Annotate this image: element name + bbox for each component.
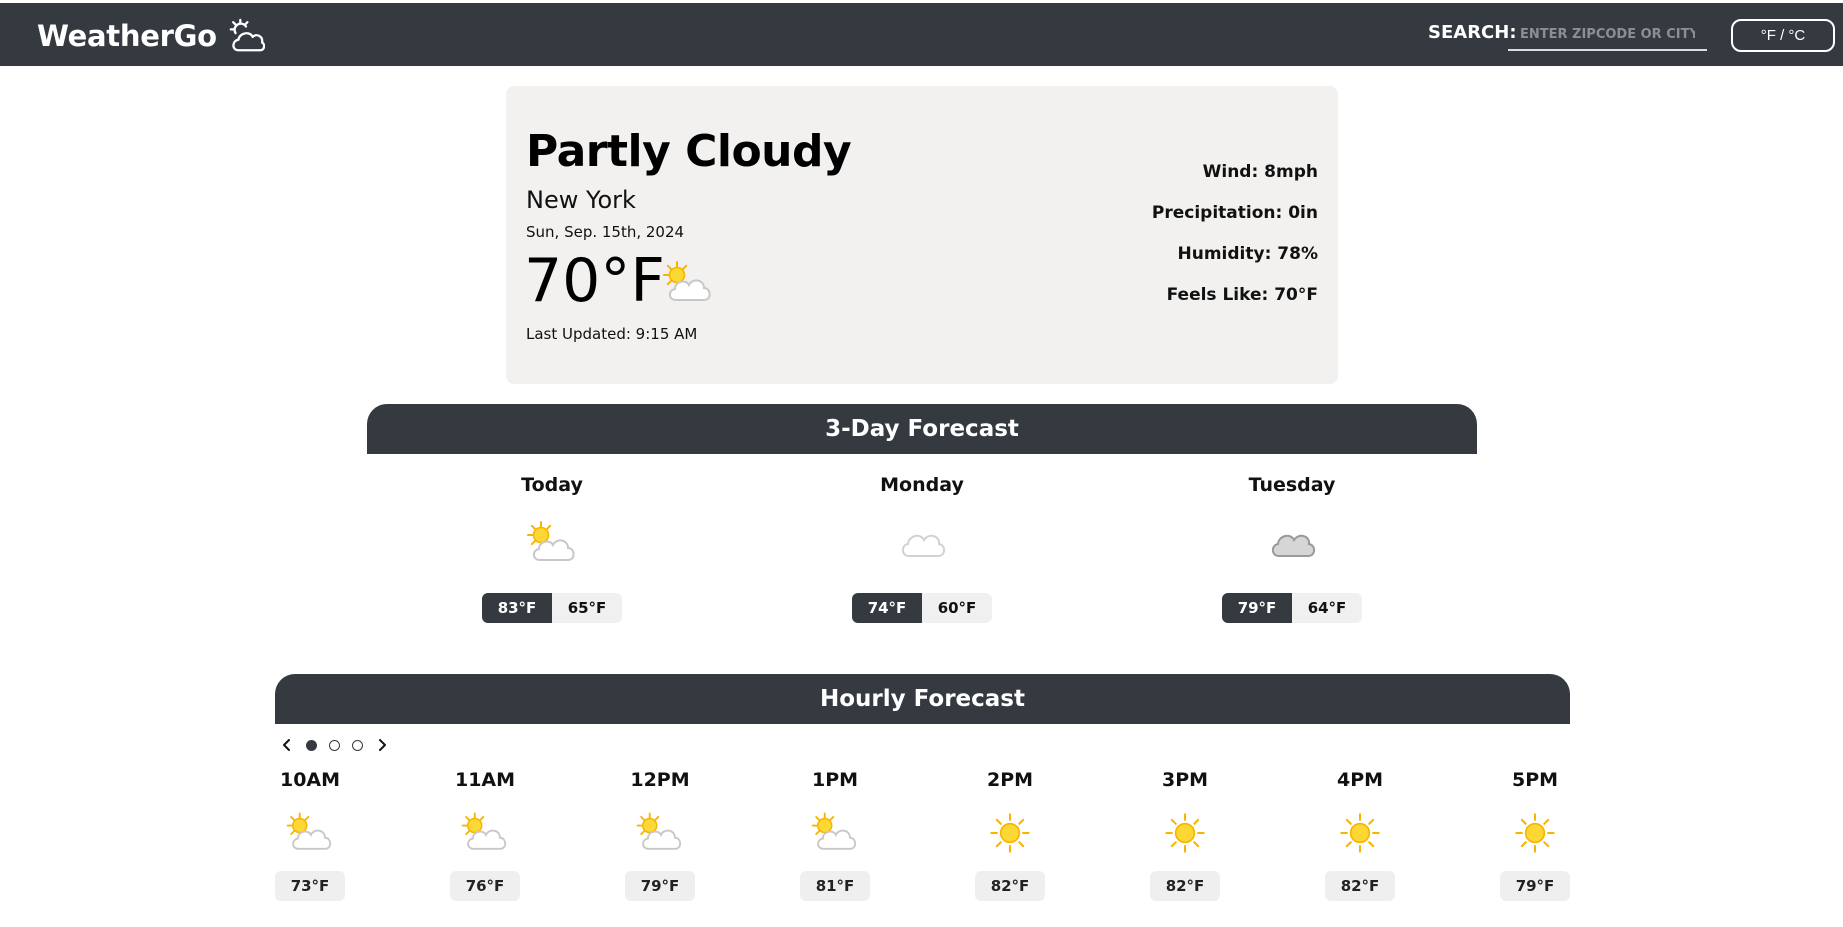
hour-time: 2PM (986, 769, 1034, 791)
hour-temp: 82°F (1325, 871, 1395, 901)
hourly-item: 4PM 82°F (1310, 769, 1410, 901)
current-date: Sun, Sep. 15th, 2024 (526, 223, 685, 241)
sunny-icon (1157, 809, 1213, 857)
wind-detail: Wind: 8mph (1202, 162, 1318, 182)
day-name: Tuesday (1248, 474, 1336, 496)
partly-cloudy-icon (632, 809, 688, 857)
hour-time: 10AM (279, 769, 341, 791)
brand-logo[interactable]: WeatherGo (37, 17, 265, 55)
three-day-forecast-header: 3-Day Forecast (367, 404, 1477, 454)
forecast-day: Tuesday 79°F 64°F (1172, 474, 1412, 623)
sunny-icon (1332, 809, 1388, 857)
hour-temp: 79°F (1500, 871, 1570, 901)
hour-temp: 82°F (975, 871, 1045, 901)
hourly-item: 5PM 79°F (1485, 769, 1585, 901)
light-cloud-icon (892, 518, 952, 568)
low-temp: 64°F (1292, 593, 1362, 623)
hourly-item: 2PM 82°F (960, 769, 1060, 901)
hour-temp: 81°F (800, 871, 870, 901)
hour-temp: 82°F (1150, 871, 1220, 901)
carousel-dot[interactable] (352, 739, 363, 751)
hourly-forecast-header: Hourly Forecast (275, 674, 1570, 724)
last-updated: Last Updated: 9:15 AM (526, 325, 698, 343)
sunny-icon (1507, 809, 1563, 857)
high-temp: 83°F (482, 593, 552, 623)
search-input[interactable] (1508, 19, 1707, 51)
hourly-item: 10AM 73°F (260, 769, 360, 901)
partly-cloudy-icon (457, 809, 513, 857)
hourly-item: 1PM 81°F (785, 769, 885, 901)
hour-time: 12PM (630, 769, 690, 791)
high-low-temps: 83°F 65°F (432, 593, 672, 623)
hour-temp: 76°F (450, 871, 520, 901)
hour-time: 4PM (1336, 769, 1384, 791)
chevron-left-icon[interactable] (280, 738, 294, 752)
partly-cloudy-icon (282, 809, 338, 857)
navbar: WeatherGo SEARCH: °F / °C (0, 3, 1843, 66)
low-temp: 60°F (922, 593, 992, 623)
current-city: New York (526, 186, 636, 214)
forecast-day: Monday 74°F 60°F (802, 474, 1042, 623)
hour-time: 3PM (1161, 769, 1209, 791)
sun-cloud-outline-icon (229, 18, 265, 52)
high-low-temps: 79°F 64°F (1172, 593, 1412, 623)
feels-like-detail: Feels Like: 70°F (1166, 285, 1318, 305)
current-condition: Partly Cloudy (526, 126, 852, 177)
hourly-item: 12PM 79°F (610, 769, 710, 901)
high-low-temps: 74°F 60°F (802, 593, 1042, 623)
precipitation-detail: Precipitation: 0in (1151, 203, 1318, 223)
low-temp: 65°F (552, 593, 622, 623)
hour-temp: 79°F (625, 871, 695, 901)
search-label: SEARCH: (1428, 22, 1517, 43)
unit-toggle-button[interactable]: °F / °C (1731, 19, 1835, 52)
current-temperature: 70°F (524, 246, 665, 316)
humidity-detail: Humidity: 78% (1177, 244, 1318, 264)
brand-name[interactable]: WeatherGo (37, 19, 217, 53)
sunny-icon (982, 809, 1038, 857)
partly-cloudy-icon (522, 518, 582, 568)
partly-cloudy-icon (658, 258, 718, 308)
weather-details: Wind: 8mph Precipitation: 0in Humidity: … (1152, 162, 1318, 326)
hourly-item: 11AM 76°F (435, 769, 535, 901)
day-name: Monday (880, 474, 964, 496)
hourly-carousel-controls (280, 735, 389, 755)
forecast-day: Today 83°F 65°F (432, 474, 672, 623)
hourly-item: 3PM 82°F (1135, 769, 1235, 901)
overcast-cloud-icon (1262, 518, 1322, 568)
chevron-right-icon[interactable] (375, 738, 389, 752)
carousel-dot[interactable] (329, 739, 340, 751)
high-temp: 79°F (1222, 593, 1292, 623)
high-temp: 74°F (852, 593, 922, 623)
current-weather-card: Partly Cloudy New York Sun, Sep. 15th, 2… (506, 86, 1338, 384)
hour-time: 11AM (454, 769, 516, 791)
hour-time: 1PM (811, 769, 859, 791)
partly-cloudy-icon (807, 809, 863, 857)
hour-temp: 73°F (275, 871, 345, 901)
hour-time: 5PM (1511, 769, 1559, 791)
day-name: Today (521, 474, 583, 496)
carousel-dot[interactable] (306, 739, 317, 751)
